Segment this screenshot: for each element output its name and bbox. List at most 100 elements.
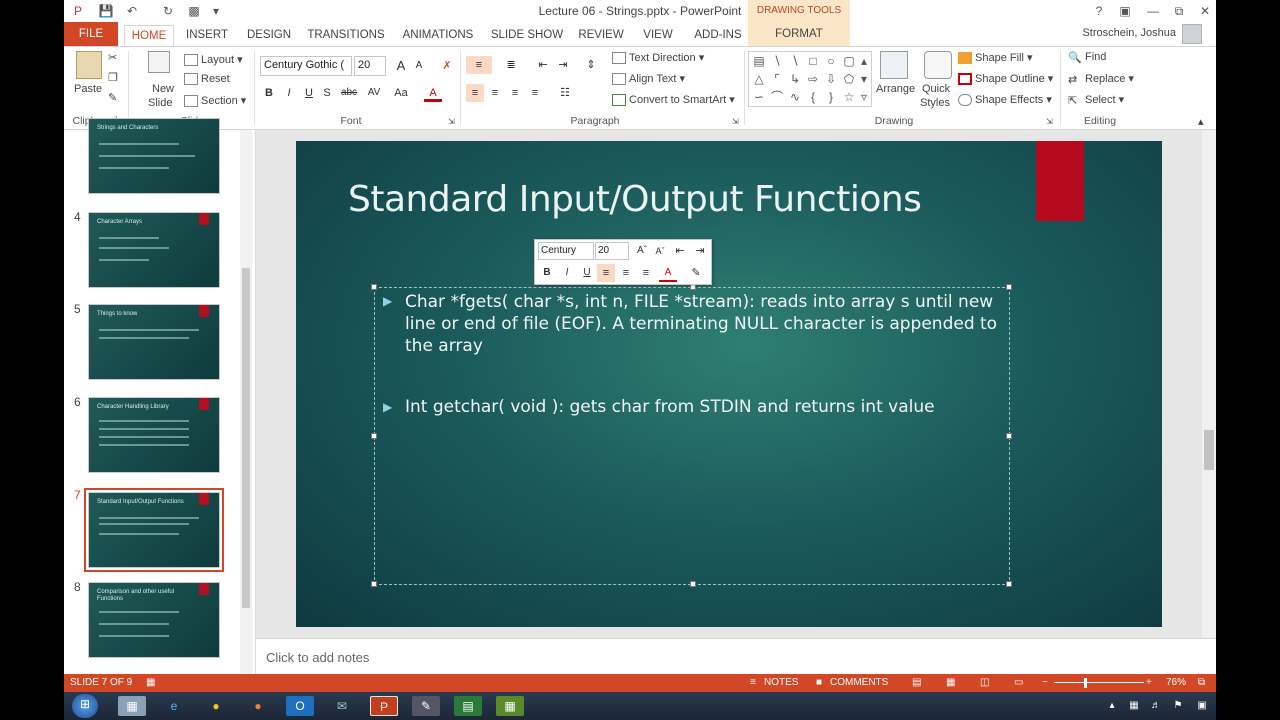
gallery-more-icon[interactable]: ▿ [857,89,871,105]
tab-format[interactable]: FORMAT [748,22,850,46]
slide-canvas[interactable]: Standard Input/Output Functions ▶ Char *… [296,141,1162,627]
format-painter-icon[interactable]: ✎ [108,91,117,104]
cut-icon[interactable]: ✂ [108,51,117,64]
tab-insert[interactable]: INSERT [182,25,232,46]
slide-scrollbar[interactable] [1202,130,1216,638]
mini-shrink-font-icon[interactable]: Aˇ [651,242,669,260]
zoom-out-icon[interactable]: − [1042,677,1048,688]
new-slide-button-line2[interactable]: Slide [148,97,172,109]
rounded-rect-shape-icon[interactable]: ▢ [841,53,857,69]
curve-shape-icon[interactable]: ∽ [751,89,767,105]
decrease-indent-icon[interactable]: ⇤ [534,56,552,74]
brace-left-icon[interactable]: { [805,89,821,105]
avatar[interactable] [1182,24,1202,44]
tray-chevron-icon[interactable]: ▴ [1104,696,1120,716]
font-family-combo[interactable]: Century Gothic ( [260,56,352,76]
bullets-button[interactable]: ≡ [466,56,492,74]
mini-align-right-icon[interactable]: ≡ [637,264,655,282]
paste-icon[interactable] [76,51,102,79]
firefox-icon[interactable]: ● [244,696,272,716]
shapes-gallery[interactable]: ▤ ∖ ∖ □ ○ ▢ △ ⌜ ↳ ⇨ ⇩ ⬠ ∽ ⌒ ∿ { } ☆ ▴ ▾ … [748,51,872,107]
normal-view-icon[interactable]: ▤ [912,677,921,688]
numbering-button[interactable]: ≣ [498,56,524,74]
thumbnail-slide-7[interactable]: Standard Input/Output Functions [88,492,220,568]
character-spacing-button[interactable]: AV [362,84,386,102]
align-right-icon[interactable]: ≡ [506,84,524,102]
file-explorer-icon[interactable]: ▦ [118,696,146,716]
align-center-icon[interactable]: ≡ [486,84,504,102]
outlook-icon[interactable]: O [286,696,314,716]
columns-icon[interactable]: ☷ [556,84,574,102]
elbow-arrow-icon[interactable]: ↳ [787,71,803,87]
bold-button[interactable]: B [260,84,278,102]
reset-button[interactable]: Reset [201,73,230,85]
tab-home[interactable]: HOME [124,25,174,46]
shrink-font-button[interactable]: A [410,57,428,75]
zoom-slider-thumb[interactable] [1084,678,1087,688]
excel-like-icon[interactable]: ▤ [454,696,482,716]
user-name[interactable]: Stroschein, Joshua [1082,27,1176,39]
drawing-dialog-launcher-icon[interactable]: ⇲ [1046,117,1053,126]
thumbnail-slide-3[interactable]: Strings and Characters [88,118,220,194]
shadow-icon[interactable]: S [318,84,336,102]
paste-button[interactable]: Paste [74,83,102,95]
arc-shape-icon[interactable]: ⌒ [769,89,785,105]
powerpoint-taskbar-icon[interactable]: P [370,696,398,716]
slide-sorter-icon[interactable]: ▦ [946,677,955,688]
thumbnail-slide-4[interactable]: Character Arrays [88,212,220,288]
tab-add-ins[interactable]: ADD-INS [688,25,748,46]
grow-font-button[interactable]: A [392,57,410,75]
mini-underline-button[interactable]: U [578,264,596,282]
align-text-button[interactable]: Align Text [629,73,677,85]
app2-icon[interactable]: ▦ [496,696,524,716]
new-slide-button-line1[interactable]: New [152,83,174,95]
strikethrough-button[interactable]: abc [338,84,360,102]
content-textbox[interactable]: ▶ Char *fgets( char *s, int n, FILE *str… [371,284,1012,587]
mini-grow-font-icon[interactable]: Aˆ [633,242,651,260]
slide-title[interactable]: Standard Input/Output Functions [348,179,922,220]
font-dialog-launcher-icon[interactable]: ⇲ [448,117,455,126]
zoom-in-icon[interactable]: + [1146,677,1152,688]
oval-shape-icon[interactable]: ○ [823,53,839,69]
maximize-button[interactable]: ⧉ [1168,2,1190,20]
justify-icon[interactable]: ≡ [526,84,544,102]
bullet-text[interactable]: Char *fgets( char *s, int n, FILE *strea… [405,291,1001,357]
mini-bold-button[interactable]: B [538,264,556,282]
zoom-level[interactable]: 76% [1166,677,1186,688]
chrome-icon[interactable]: ● [202,696,230,716]
new-slide-icon[interactable] [148,51,170,73]
thumbnail-slide-8[interactable]: Comparison and other useful Functions [88,582,220,658]
tray-volume-icon[interactable]: ♬ [1148,696,1164,716]
textbox-shape-icon[interactable]: ▤ [751,53,767,69]
gallery-up-icon[interactable]: ▴ [857,53,871,69]
mini-format-painter-icon[interactable]: ✎ [687,264,705,282]
shape-fill-button[interactable]: Shape Fill [975,52,1024,64]
tab-animations[interactable]: ANIMATIONS [398,25,478,46]
paragraph-dialog-launcher-icon[interactable]: ⇲ [732,117,739,126]
help-button[interactable]: ? [1088,2,1110,20]
thumbnail-slide-6[interactable]: Character Handling Library [88,397,220,473]
comments-button[interactable]: COMMENTS [830,677,888,688]
mini-decrease-indent-icon[interactable]: ⇤ [671,242,689,260]
convert-smartart-button[interactable]: Convert to SmartArt [629,94,726,106]
quick-styles-button-line1[interactable]: Quick [922,83,950,95]
elbow-connector-icon[interactable]: ⌜ [769,71,785,87]
resize-handle[interactable] [1006,284,1012,290]
underline-button[interactable]: U [300,84,318,102]
tray-flag-icon[interactable]: ⚑ [1170,696,1186,716]
tab-transitions[interactable]: TRANSITIONS [304,25,388,46]
mini-font-color-icon[interactable]: A [659,264,677,282]
start-button[interactable]: ⊞ [72,694,98,718]
italic-button[interactable]: I [280,84,298,102]
tab-file[interactable]: FILE [64,22,118,46]
copy-icon[interactable]: ❐ [108,71,118,84]
resize-handle[interactable] [1006,433,1012,439]
tab-slide-show[interactable]: SLIDE SHOW [490,25,564,46]
notes-pane[interactable]: Click to add notes [256,638,1216,674]
pentagon-shape-icon[interactable]: ⬠ [841,71,857,87]
change-case-button[interactable]: Aa [390,84,412,102]
clear-formatting-icon[interactable]: ✗ [438,57,456,75]
slideshow-view-icon[interactable]: ▭ [1014,677,1023,688]
tab-design[interactable]: DESIGN [244,25,294,46]
shape-effects-button[interactable]: Shape Effects [975,94,1043,106]
